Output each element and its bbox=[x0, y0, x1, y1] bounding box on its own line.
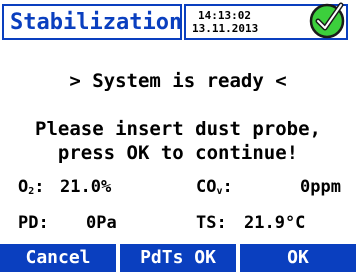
header: Stabilization 14:13:02 13.11.2013 bbox=[0, 0, 356, 48]
system-status-message: > System is ready < bbox=[69, 70, 287, 92]
co-label: COv: bbox=[196, 177, 233, 197]
instruction-line-1: Please insert dust probe, bbox=[35, 118, 321, 140]
ts-value: 21.9°C bbox=[244, 213, 306, 233]
cancel-button[interactable]: Cancel bbox=[0, 244, 116, 272]
title-box: Stabilization bbox=[2, 4, 182, 40]
pdts-ok-button[interactable]: PdTs OK bbox=[120, 244, 236, 272]
pd-label: PD: bbox=[18, 213, 49, 233]
o2-label: O2: bbox=[18, 177, 45, 197]
check-circle-icon bbox=[309, 2, 345, 39]
o2-value: 21.0% bbox=[60, 177, 112, 197]
ts-label: TS: bbox=[196, 213, 227, 233]
clock-time: 14:13:02 bbox=[198, 9, 251, 22]
ok-button[interactable]: OK bbox=[240, 244, 356, 272]
pd-value: 0Pa bbox=[86, 213, 117, 233]
device-screen: Stabilization 14:13:02 13.11.2013 > Syst… bbox=[0, 0, 356, 272]
co-value: 0ppm bbox=[300, 177, 341, 197]
screen-title: Stabilization bbox=[10, 10, 183, 35]
clock-date: 13.11.2013 bbox=[192, 22, 259, 35]
instruction-line-2: press OK to continue! bbox=[57, 142, 299, 164]
